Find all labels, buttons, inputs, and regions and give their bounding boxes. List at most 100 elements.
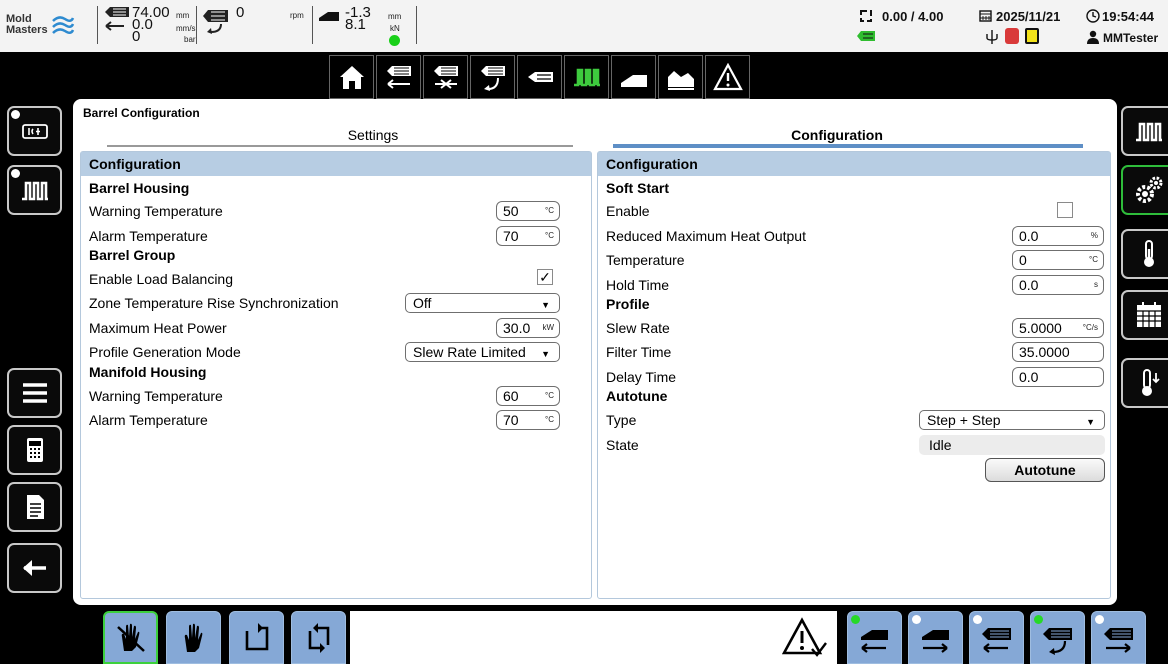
- logo-wave-icon: [52, 16, 75, 34]
- field-unit: °C: [1089, 255, 1098, 264]
- max-heat-power-input[interactable]: 30.0 kW: [496, 318, 560, 338]
- profile-generation-mode-select[interactable]: Slew Rate Limited ▼: [405, 342, 560, 362]
- injection-forward-icon: [1103, 627, 1133, 653]
- reduced-heat-output-label: Reduced Maximum Heat Output: [606, 228, 806, 244]
- barrel-alarm-temperature-input[interactable]: 70 °C: [496, 226, 560, 246]
- alarm-acknowledge-icon[interactable]: [782, 617, 828, 659]
- main-panel: Barrel Configuration Settings Configurat…: [73, 99, 1117, 605]
- manifold-warning-temperature-input[interactable]: 60 °C: [496, 386, 560, 406]
- zone-sync-label: Zone Temperature Rise Synchronization: [89, 295, 339, 311]
- sidebar-temperature-down[interactable]: [1121, 358, 1168, 408]
- nav-carriage[interactable]: [611, 55, 656, 99]
- mode-manual-button[interactable]: [166, 611, 221, 664]
- mode-semi-auto-button[interactable]: [229, 611, 284, 664]
- select-value: Step + Step: [927, 412, 1001, 428]
- reduced-heat-output-input[interactable]: 0.0 %: [1012, 226, 1104, 246]
- top-navigation: [329, 55, 752, 99]
- barrel-alarm-temperature-label: Alarm Temperature: [89, 228, 208, 244]
- tab-configuration-underline: [613, 144, 1083, 148]
- field-unit: °C: [545, 231, 554, 240]
- load-balancing-checkbox[interactable]: ✓: [537, 269, 553, 285]
- sidebar-calculator[interactable]: [7, 425, 62, 475]
- nav-profile[interactable]: [658, 55, 703, 99]
- filter-time-label: Filter Time: [606, 344, 672, 360]
- field-value: 30.0: [503, 320, 531, 336]
- sidebar-back[interactable]: [7, 543, 62, 593]
- semi-auto-icon: [245, 622, 268, 650]
- dropdown-arrow-icon: ▼: [541, 349, 550, 359]
- mode-auto-cycle-button[interactable]: [291, 611, 346, 664]
- injection-back-button[interactable]: [969, 611, 1024, 664]
- mode-setup-button[interactable]: [103, 611, 158, 664]
- cycle-counter: 0.00 / 4.00: [882, 9, 944, 24]
- nav-decompress[interactable]: [517, 55, 562, 99]
- field-value: 35.0000: [1019, 344, 1070, 360]
- tab-configuration[interactable]: Configuration: [687, 127, 987, 143]
- nav-home[interactable]: [329, 55, 374, 99]
- carriage-back-icon: [860, 629, 888, 653]
- indicator-led: [11, 169, 20, 178]
- screw-recovery-button[interactable]: [1030, 611, 1085, 664]
- soft-start-configuration-pane: Configuration Soft Start Enable Reduced …: [597, 151, 1111, 599]
- dropdown-arrow-icon: ▼: [1086, 417, 1095, 427]
- sidebar-barrel-heat-right[interactable]: [1121, 106, 1168, 156]
- sidebar-document[interactable]: [7, 482, 62, 532]
- message-bar[interactable]: [350, 611, 837, 664]
- autotune-button[interactable]: Autotune: [985, 458, 1105, 482]
- indicator-led: [851, 615, 860, 624]
- indicator-led: [973, 615, 982, 624]
- sidebar-calendar[interactable]: [1121, 290, 1168, 340]
- manifold-alarm-temperature-input[interactable]: 70 °C: [496, 410, 560, 430]
- field-unit: °C: [545, 391, 554, 400]
- nav-injection[interactable]: [376, 55, 421, 99]
- injection-icon: [386, 66, 411, 89]
- profile-generation-mode-label: Profile Generation Mode: [89, 344, 241, 360]
- injection-forward-button[interactable]: [1091, 611, 1146, 664]
- field-unit: °C/s: [1082, 323, 1098, 332]
- section-barrel-group: Barrel Group: [89, 247, 176, 263]
- section-soft-start: Soft Start: [606, 180, 669, 196]
- field-unit: %: [1090, 231, 1098, 240]
- nav-hold[interactable]: [423, 55, 468, 99]
- dropdown-arrow-icon: ▼: [541, 300, 550, 310]
- tab-settings-underline: [107, 145, 573, 147]
- soft-start-enable-checkbox[interactable]: [1057, 202, 1073, 218]
- setup-hand-icon: [116, 623, 145, 652]
- soft-start-temperature-input[interactable]: 0 °C: [1012, 250, 1104, 270]
- hold-time-input[interactable]: 0.0 s: [1012, 275, 1104, 295]
- autotune-state-label: State: [606, 437, 639, 453]
- header-separator: [312, 6, 313, 44]
- sidebar-machine-power[interactable]: [7, 106, 62, 156]
- carriage-back-button[interactable]: [847, 611, 902, 664]
- header-separator: [196, 6, 197, 44]
- nav-barrel-heat[interactable]: [564, 55, 609, 99]
- clock-icon: [1086, 9, 1100, 23]
- user-name[interactable]: MMTester: [1103, 31, 1158, 45]
- temperature-down-icon: [1141, 369, 1160, 396]
- nav-warnings[interactable]: [705, 55, 750, 99]
- sidebar-menu[interactable]: [7, 368, 62, 418]
- field-value: 60: [503, 388, 519, 404]
- sidebar-configuration[interactable]: [1121, 165, 1168, 215]
- autotune-type-select[interactable]: Step + Step ▼: [919, 410, 1105, 430]
- arrow-left-icon: [105, 21, 124, 31]
- indicator-led: [11, 110, 20, 119]
- barrel-warning-temperature-input[interactable]: 50 °C: [496, 201, 560, 221]
- sidebar-thermometer[interactable]: [1121, 229, 1168, 279]
- zone-sync-select[interactable]: Off ▼: [405, 293, 560, 313]
- slew-rate-label: Slew Rate: [606, 320, 670, 336]
- field-value: 0.0: [1019, 228, 1039, 244]
- carriage-force-unit: kN: [390, 24, 400, 33]
- storage-red-icon: [1005, 28, 1019, 44]
- carriage-force-value: 8.1: [345, 16, 366, 33]
- injection-back-icon: [981, 627, 1011, 653]
- tab-settings[interactable]: Settings: [223, 127, 523, 143]
- delay-time-input[interactable]: 0.0: [1012, 367, 1104, 387]
- nav-screw-recovery[interactable]: [470, 55, 515, 99]
- indicator-led: [1034, 615, 1043, 624]
- slew-rate-input[interactable]: 5.0000 °C/s: [1012, 318, 1104, 338]
- carriage-forward-button[interactable]: [908, 611, 963, 664]
- delay-time-label: Delay Time: [606, 369, 677, 385]
- filter-time-input[interactable]: 35.0000: [1012, 342, 1104, 362]
- sidebar-barrel-heat[interactable]: [7, 165, 62, 215]
